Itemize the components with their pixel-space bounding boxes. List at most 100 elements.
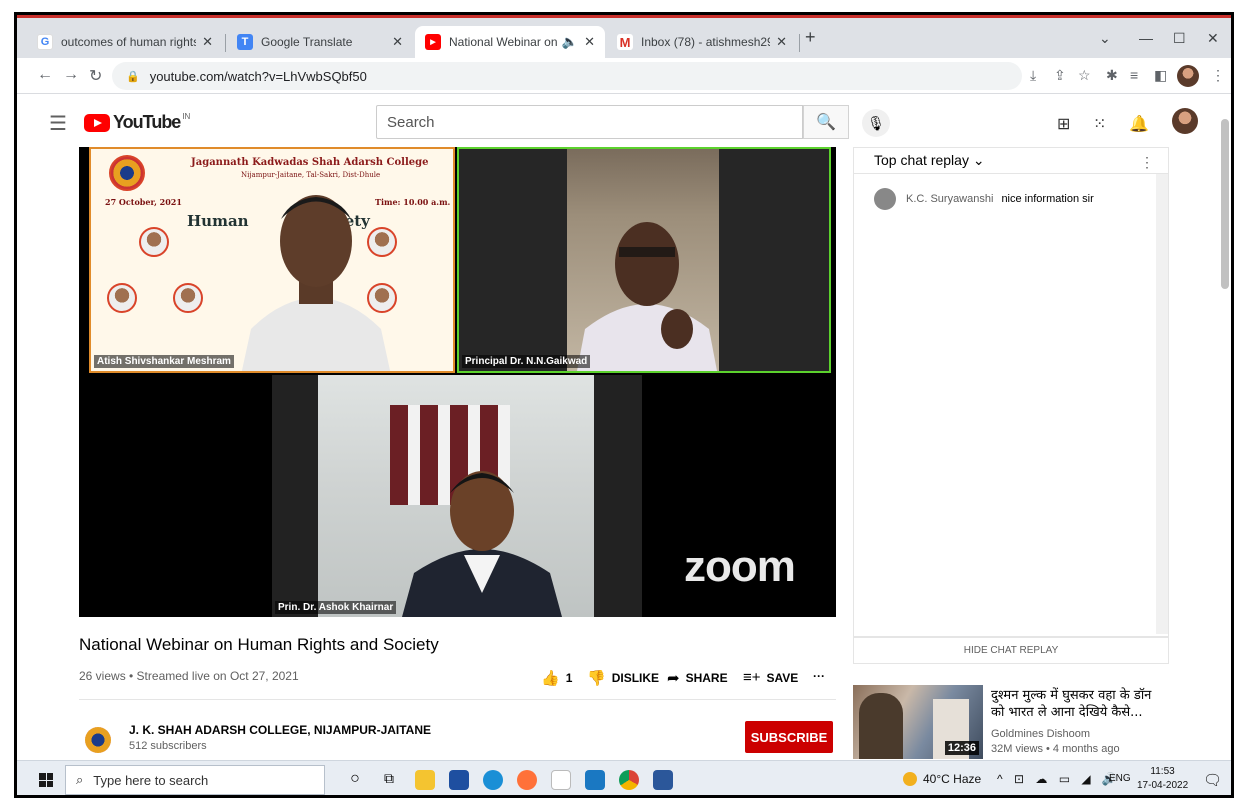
tab-title: Google Translate <box>261 35 353 49</box>
participant-tile-khairnar: Prin. Dr. Ashok Khairnar <box>272 375 642 617</box>
weather-widget[interactable]: 40°C Haze <box>903 772 981 786</box>
hamburger-menu-icon[interactable]: ☰ <box>49 111 67 136</box>
hide-chat-replay-button[interactable]: HIDE CHAT REPLAY <box>853 637 1169 664</box>
notifications-bell-icon[interactable]: 🔔 <box>1129 114 1149 134</box>
live-chat-panel: Top chat replay ⌄ ⋮ K.C. Suryawanshi nic… <box>853 147 1169 637</box>
audio-playing-icon[interactable]: 🔈 <box>562 34 578 50</box>
subscriber-count: 512 subscribers <box>129 740 207 752</box>
poster-college-name: Jagannath Kadwadas Shah Adarsh College <box>191 157 429 168</box>
dislike-button[interactable]: 👎 DISLIKE <box>587 669 659 687</box>
tab-title: Inbox (78) - atishmesh29@gmail <box>641 35 770 49</box>
firefox-icon[interactable] <box>517 770 537 790</box>
bookmark-star-icon[interactable]: ☆ <box>1078 67 1091 84</box>
search-icon: ⌕ <box>76 772 84 787</box>
profile-avatar[interactable] <box>1177 65 1199 87</box>
speaker-video-khairnar <box>402 471 562 617</box>
youtube-header: ☰ YouTube IN Search 🔍 🎙 ⊞ ⁙ 🔔 <box>17 95 1231 147</box>
close-window-button[interactable]: ✕ <box>1207 30 1219 47</box>
participant-name-label: Atish Shivshankar Meshram <box>94 355 234 368</box>
tab-search-chevron-icon[interactable]: ⌄ <box>1099 30 1111 47</box>
input-language[interactable]: ENG <box>1109 773 1131 784</box>
clock-date: 17-04-2022 <box>1137 780 1189 791</box>
minimize-button[interactable]: — <box>1139 30 1153 46</box>
word-icon[interactable] <box>653 770 673 790</box>
address-bar[interactable]: 🔒 youtube.com/watch?v=LhVwbSQbf50 <box>112 62 1022 90</box>
channel-name[interactable]: J. K. SHAH ADARSH COLLEGE, NIJAMPUR-JAIT… <box>129 723 431 737</box>
windows-start-icon[interactable] <box>39 773 53 787</box>
side-panel-icon[interactable]: ◧ <box>1154 67 1167 84</box>
cortana-icon[interactable]: ○ <box>345 770 365 790</box>
task-view-icon[interactable]: ⧉ <box>379 770 399 790</box>
close-tab-icon[interactable]: ✕ <box>202 34 213 50</box>
store-icon[interactable] <box>449 770 469 790</box>
close-tab-icon[interactable]: ✕ <box>392 34 403 50</box>
more-actions-button[interactable]: ··· <box>813 669 825 683</box>
chat-author-avatar <box>874 188 896 210</box>
chat-header[interactable]: Top chat replay ⌄ <box>854 148 1168 174</box>
chat-options-icon[interactable]: ⋮ <box>1140 154 1154 171</box>
recommended-video-title[interactable]: दुश्मन मुल्क में घुसकर वहा के डॉन को भार… <box>991 687 1166 721</box>
poster-date: 27 October, 2021 <box>105 197 182 207</box>
youtube-wordmark: YouTube <box>113 112 181 132</box>
guest-photo <box>139 227 169 257</box>
close-tab-icon[interactable]: ✕ <box>584 34 595 50</box>
forward-arrow-icon[interactable]: → <box>63 66 79 84</box>
recommended-video-thumbnail[interactable]: 12:36 <box>853 685 983 759</box>
search-input[interactable]: Search <box>376 105 803 139</box>
browser-tab-strip: G outcomes of human rights webi ✕ T Goog… <box>17 18 1231 58</box>
speaker-video-principal <box>577 222 717 371</box>
edge-icon[interactable] <box>483 770 503 790</box>
thumbnail-figure <box>859 693 903 759</box>
divider <box>79 699 836 700</box>
back-arrow-icon[interactable]: ← <box>37 66 53 84</box>
video-metadata: 26 views • Streamed live on Oct 27, 2021 <box>79 669 299 683</box>
save-button[interactable]: ≡+ SAVE <box>743 669 798 686</box>
zoom-watermark: zoom <box>684 542 796 591</box>
apps-grid-icon[interactable]: ⁙ <box>1093 114 1106 134</box>
reload-icon[interactable]: ↻ <box>89 66 102 86</box>
sticky-app-icon[interactable] <box>551 770 571 790</box>
tab-outcomes[interactable]: G outcomes of human rights webi ✕ <box>27 26 223 58</box>
windows-taskbar: ⌕ Type here to search ○ ⧉ 40°C Haze ^ ⊡ … <box>17 760 1231 795</box>
channel-avatar[interactable] <box>85 727 111 753</box>
account-avatar[interactable] <box>1172 108 1198 134</box>
chrome-menu-icon[interactable]: ⋮ <box>1211 67 1225 84</box>
sun-haze-icon <box>903 772 917 786</box>
share-label: SHARE <box>685 671 728 685</box>
share-page-icon[interactable]: ⇪ <box>1054 67 1066 84</box>
tab-google-translate[interactable]: T Google Translate ✕ <box>227 26 413 58</box>
save-label: SAVE <box>766 670 799 685</box>
page-scrollbar[interactable] <box>1221 119 1229 289</box>
new-tab-button[interactable]: + <box>805 27 816 48</box>
notification-center-icon[interactable]: 🗨 <box>1203 771 1222 789</box>
video-title: National Webinar on Human Rights and Soc… <box>79 635 439 654</box>
chrome-icon[interactable] <box>619 770 639 790</box>
chat-scrollbar[interactable] <box>1156 174 1168 634</box>
close-tab-icon[interactable]: ✕ <box>776 34 787 50</box>
create-video-icon[interactable]: ⊞ <box>1057 114 1070 134</box>
tab-national-webinar[interactable]: ▶ National Webinar on Human 🔈 ✕ <box>415 26 605 58</box>
lock-icon: 🔒 <box>126 70 140 83</box>
subscribe-button[interactable]: SUBSCRIBE <box>745 721 833 753</box>
tab-gmail-inbox[interactable]: M Inbox (78) - atishmesh29@gmail ✕ <box>607 26 797 58</box>
share-button[interactable]: ➦ SHARE <box>667 669 728 687</box>
search-button[interactable]: 🔍 <box>803 105 849 139</box>
youtube-logo[interactable]: YouTube IN <box>84 112 190 133</box>
college-emblem <box>109 155 145 191</box>
extensions-puzzle-icon[interactable]: ✱ <box>1106 67 1118 84</box>
participant-name-label: Principal Dr. N.N.Gaikwad <box>462 355 591 368</box>
taskbar-clock[interactable]: 11:53 17-04-2022 <box>1137 765 1188 793</box>
like-button[interactable]: 👍 1 <box>541 669 572 687</box>
reading-list-icon[interactable]: ≡ <box>1130 67 1138 83</box>
mail-icon[interactable] <box>585 770 605 790</box>
taskbar-search-box[interactable]: ⌕ Type here to search <box>65 765 325 795</box>
video-player[interactable]: Jagannath Kadwadas Shah Adarsh College N… <box>79 147 836 617</box>
maximize-button[interactable]: ☐ <box>1173 30 1186 47</box>
tab-divider <box>225 34 226 52</box>
install-app-icon[interactable]: ⤓ <box>1030 67 1036 84</box>
voice-search-button[interactable]: 🎙 <box>862 109 890 137</box>
taskbar-search-placeholder: Type here to search <box>93 772 209 788</box>
file-explorer-icon[interactable] <box>415 770 435 790</box>
speaker-video-atish <box>241 195 391 371</box>
system-tray-icons[interactable]: ^ ⊡ ☁ ▭ ◢ 🔊 <box>997 772 1121 786</box>
